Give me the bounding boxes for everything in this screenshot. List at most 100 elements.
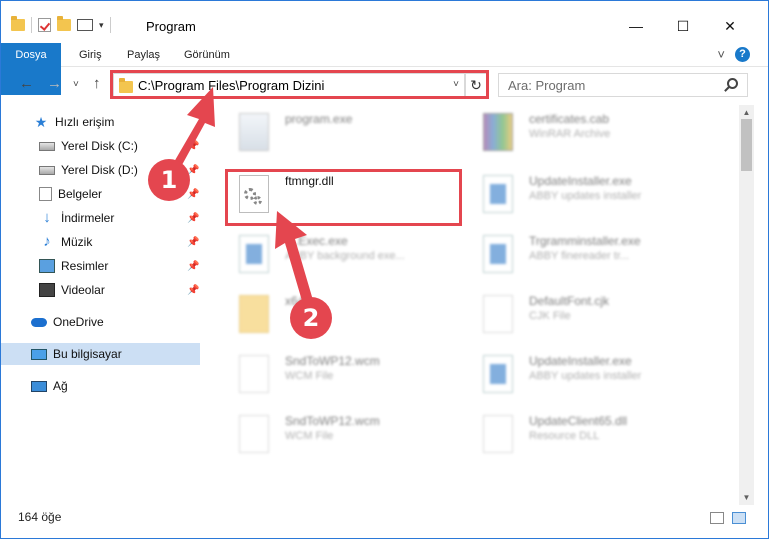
music-icon: ♪ bbox=[43, 233, 51, 250]
file-item[interactable]: Trgramminstaller.exe ABBY finereader tr.… bbox=[471, 231, 711, 283]
up-button[interactable]: ↑ bbox=[93, 75, 101, 92]
toolbar-divider bbox=[109, 17, 111, 33]
help-icon[interactable]: ? bbox=[735, 47, 750, 62]
file-item[interactable]: UpdateInstaller.exe ABBY updates install… bbox=[471, 171, 711, 223]
sidebar-item-onedrive[interactable]: OneDrive bbox=[1, 311, 201, 333]
address-row: ← → ˅ ↑ C:\Program Files\Program Dizini … bbox=[1, 69, 768, 101]
videos-icon bbox=[39, 283, 55, 297]
file-item[interactable]: certificates.cab WinRAR Archive bbox=[471, 109, 711, 161]
tab-share[interactable]: Paylaş bbox=[119, 43, 168, 67]
dll-icon bbox=[483, 415, 513, 453]
recent-locations-button[interactable]: ˅ bbox=[73, 79, 79, 90]
document-icon bbox=[239, 415, 269, 453]
sidebar-item-music[interactable]: ♪ Müzik 📌 bbox=[1, 231, 201, 253]
file-highlight-box bbox=[225, 169, 462, 226]
item-count: 164 öğe bbox=[18, 510, 62, 524]
file-item[interactable]: UpdateClient65.dll Resource DLL bbox=[471, 411, 711, 463]
sidebar-item-label: Hızlı erişim bbox=[55, 115, 115, 129]
collapse-ribbon-icon[interactable]: ˅ bbox=[717, 47, 725, 62]
sidebar-item-label: OneDrive bbox=[53, 315, 104, 329]
file-name: program.exe bbox=[285, 112, 353, 126]
computer-icon bbox=[31, 348, 47, 360]
sidebar-item-label: Yerel Disk (D:) bbox=[61, 163, 138, 177]
back-button[interactable]: ← bbox=[19, 75, 34, 92]
file-type: ABBY updates installer bbox=[529, 190, 642, 202]
explorer-window: ▾ Program — ☐ ✕ Dosya Giriş Paylaş Görün… bbox=[0, 0, 769, 539]
archive-icon bbox=[483, 113, 513, 151]
scroll-thumb[interactable] bbox=[741, 119, 752, 171]
cloud-icon bbox=[31, 317, 47, 327]
file-item[interactable]: DefaultFont.cjk CJK File bbox=[471, 291, 711, 343]
new-folder-icon[interactable] bbox=[57, 16, 71, 31]
sidebar-item-network[interactable]: Ağ bbox=[1, 375, 201, 397]
file-type: WCM File bbox=[285, 370, 334, 382]
sidebar-item-label: Ağ bbox=[53, 379, 68, 393]
details-view-icon[interactable] bbox=[710, 512, 724, 524]
pin-icon: 📌 bbox=[187, 260, 200, 272]
sidebar-item-videos[interactable]: Videolar 📌 bbox=[1, 279, 201, 301]
status-bar: 164 öğe bbox=[1, 508, 768, 530]
sidebar-item-label: Belgeler bbox=[58, 187, 103, 201]
sidebar-item-label: Bu bilgisayar bbox=[53, 347, 122, 361]
installer-icon bbox=[483, 175, 513, 213]
installer-icon bbox=[483, 355, 513, 393]
sidebar-item-label: Resimler bbox=[61, 259, 109, 273]
pictures-icon bbox=[39, 259, 55, 273]
file-type: ABBY finereader tr... bbox=[529, 250, 630, 262]
sidebar-item-pictures[interactable]: Resimler 📌 bbox=[1, 255, 201, 277]
file-name: UpdateClient65.dll bbox=[529, 414, 628, 428]
file-name: UpdateInstaller.exe bbox=[529, 174, 632, 188]
exe-icon bbox=[239, 113, 269, 151]
title-bar: ▾ Program — ☐ ✕ bbox=[1, 1, 768, 43]
maximize-button[interactable]: ☐ bbox=[660, 11, 706, 41]
window-title: Program bbox=[146, 19, 196, 34]
documents-icon bbox=[39, 187, 52, 201]
file-type: CJK File bbox=[529, 310, 571, 322]
step-2-badge: 2 bbox=[290, 297, 332, 339]
folder-icon bbox=[11, 16, 25, 31]
pin-icon: 📌 bbox=[187, 212, 200, 224]
file-name: Trgramminstaller.exe bbox=[529, 234, 641, 248]
file-name: certificates.cab bbox=[529, 112, 610, 126]
file-name: SndToWP12.wcm bbox=[285, 414, 380, 428]
vertical-scrollbar[interactable]: ▲ ▼ bbox=[739, 105, 754, 505]
file-type: WCM File bbox=[285, 430, 334, 442]
view-properties-icon[interactable] bbox=[77, 19, 93, 31]
pin-icon: 📌 bbox=[187, 236, 200, 248]
sidebar-item-downloads[interactable]: ↓ İndirmeler 📌 bbox=[1, 207, 201, 229]
customize-toolbar-icon[interactable]: ▾ bbox=[99, 20, 104, 31]
file-name: DefaultFont.cjk bbox=[529, 294, 610, 308]
close-button[interactable]: ✕ bbox=[707, 11, 753, 41]
tab-view[interactable]: Görünüm bbox=[176, 43, 238, 67]
properties-check-icon[interactable] bbox=[38, 18, 51, 32]
step-1-badge: 1 bbox=[148, 159, 190, 201]
file-type: WinRAR Archive bbox=[529, 128, 611, 140]
search-input[interactable]: Ara: Program bbox=[498, 73, 748, 97]
quick-access-toolbar: ▾ bbox=[11, 16, 111, 33]
search-placeholder[interactable]: Ara: Program bbox=[508, 78, 585, 93]
downloads-icon: ↓ bbox=[43, 209, 51, 226]
tab-home[interactable]: Giriş bbox=[71, 43, 110, 67]
scroll-up-icon[interactable]: ▲ bbox=[739, 105, 754, 120]
forward-button[interactable]: → bbox=[47, 75, 62, 92]
file-item[interactable]: SndToWP12.wcm WCM File bbox=[227, 351, 467, 403]
pin-icon: 📌 bbox=[187, 284, 200, 296]
scroll-down-icon[interactable]: ▼ bbox=[739, 490, 754, 505]
drive-icon bbox=[39, 141, 55, 151]
sidebar-item-label: İndirmeler bbox=[61, 211, 115, 225]
search-icon[interactable] bbox=[727, 78, 738, 89]
sidebar-item-this-pc[interactable]: Bu bilgisayar bbox=[1, 343, 200, 365]
document-icon bbox=[239, 355, 269, 393]
file-item[interactable]: UpdateInstaller.exe ABBY updates install… bbox=[471, 351, 711, 403]
toolbar-divider bbox=[31, 17, 32, 33]
sidebar-item-label: Videolar bbox=[61, 283, 105, 297]
star-icon: ★ bbox=[34, 114, 48, 130]
file-item[interactable]: program.exe bbox=[227, 109, 467, 161]
file-name: UpdateInstaller.exe bbox=[529, 354, 632, 368]
minimize-button[interactable]: — bbox=[613, 11, 659, 41]
installer-icon bbox=[483, 235, 513, 273]
file-type: Resource DLL bbox=[529, 430, 600, 442]
file-item[interactable]: SndToWP12.wcm WCM File bbox=[227, 411, 467, 463]
sidebar-item-label: Yerel Disk (C:) bbox=[61, 139, 138, 153]
large-icons-view-icon[interactable] bbox=[732, 512, 746, 524]
